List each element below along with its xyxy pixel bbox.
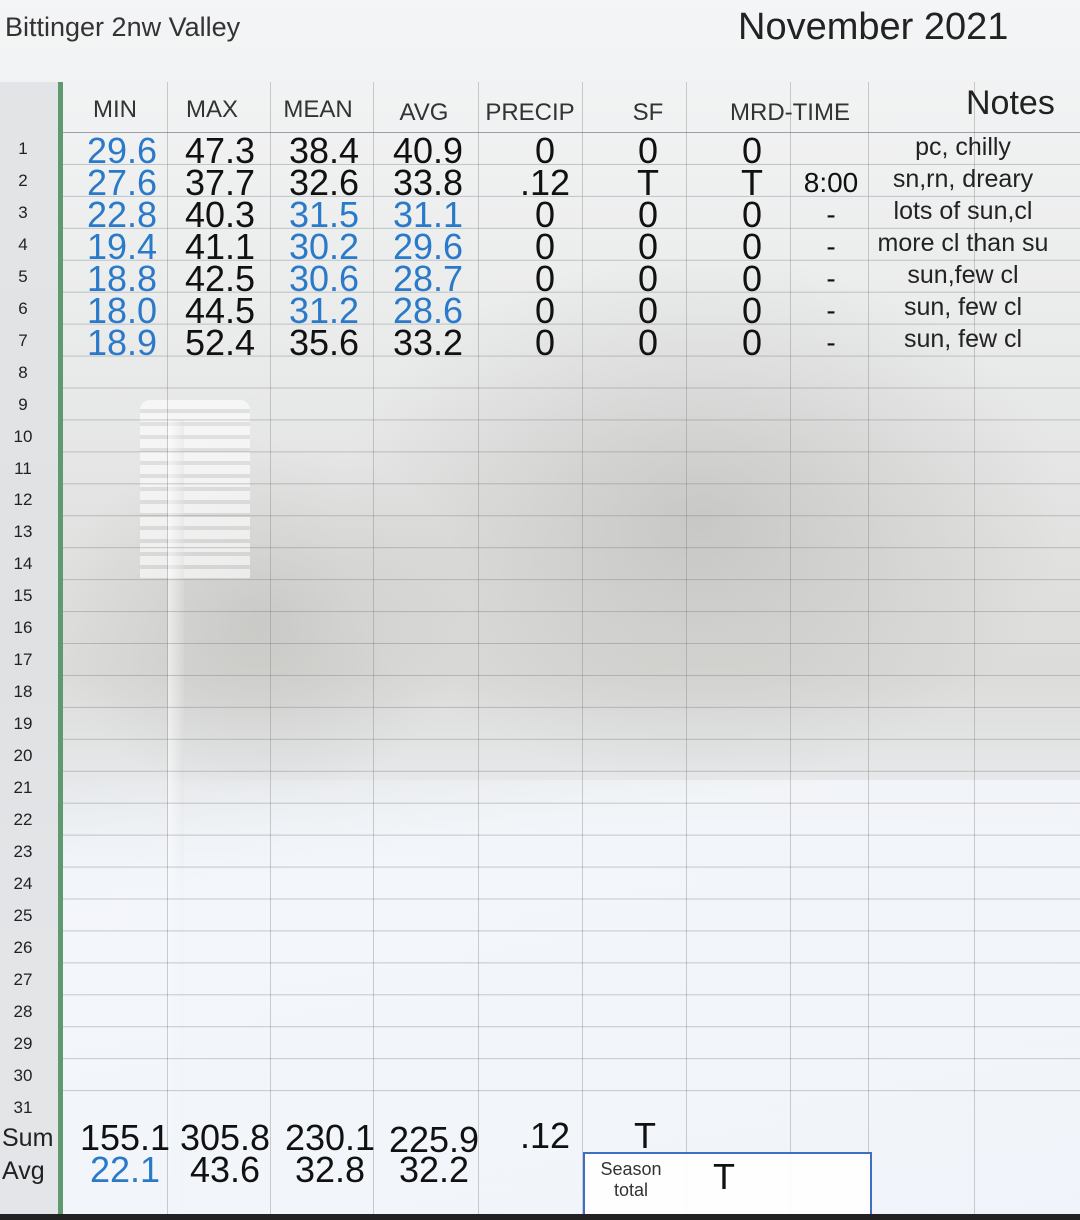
header-max[interactable]: MAX — [160, 96, 264, 124]
cell-time[interactable]: - — [796, 328, 866, 357]
avg-max[interactable]: 43.6 — [175, 1152, 275, 1188]
gridline — [868, 82, 869, 1217]
row-number[interactable]: 15 — [0, 586, 46, 606]
header-mrd-time[interactable]: MRD-TIME — [720, 99, 860, 127]
row-number[interactable]: 1 — [0, 139, 46, 159]
gridline — [790, 82, 791, 1217]
sum-sf[interactable]: T — [620, 1118, 670, 1154]
row-number[interactable]: 19 — [0, 714, 46, 734]
gridline — [686, 82, 687, 1217]
sum-label: Sum — [2, 1124, 54, 1152]
row-number[interactable]: 26 — [0, 938, 46, 958]
row-number[interactable]: 27 — [0, 970, 46, 990]
row-number[interactable]: 10 — [0, 427, 46, 447]
row-number[interactable]: 24 — [0, 874, 46, 894]
row-number[interactable]: 7 — [0, 331, 46, 351]
row-number[interactable]: 13 — [0, 522, 46, 542]
month-title: November 2021 — [738, 6, 1009, 48]
cell-sf[interactable]: 0 — [624, 324, 672, 361]
season-total-cell[interactable]: Season total T — [583, 1152, 872, 1220]
row-number[interactable]: 20 — [0, 746, 46, 766]
cell-note[interactable]: sun,few cl — [874, 261, 1052, 290]
row-number[interactable]: 5 — [0, 267, 46, 287]
row-number[interactable]: 14 — [0, 554, 46, 574]
title-bar: Bittinger 2nw Valley November 2021 — [0, 0, 1080, 80]
row-number[interactable]: 16 — [0, 618, 46, 638]
header-notes[interactable]: Notes — [966, 84, 1055, 123]
cell-note[interactable]: sun, few cl — [874, 325, 1052, 354]
cell-mean[interactable]: 35.6 — [272, 324, 376, 361]
header-avg[interactable]: AVG — [372, 99, 476, 127]
row-number[interactable]: 6 — [0, 299, 46, 319]
avg-min[interactable]: 22.1 — [75, 1152, 175, 1188]
row-number[interactable]: 12 — [0, 490, 46, 510]
header-precip[interactable]: PRECIP — [478, 99, 582, 127]
avg-label: Avg — [2, 1157, 45, 1185]
row-number[interactable]: 21 — [0, 778, 46, 798]
row-number[interactable]: 18 — [0, 682, 46, 702]
cell-time[interactable]: - — [796, 200, 866, 229]
gridline — [270, 82, 271, 1217]
row-number[interactable]: 11 — [0, 459, 46, 479]
row-number[interactable]: 25 — [0, 906, 46, 926]
cell-note[interactable]: lots of sun,cl — [874, 197, 1052, 226]
cell-note[interactable]: more cl than su — [874, 229, 1052, 258]
station-title: Bittinger 2nw Valley — [5, 12, 241, 42]
header-mean[interactable]: MEAN — [266, 96, 370, 124]
cell-avg[interactable]: 33.2 — [376, 324, 480, 361]
row-number[interactable]: 3 — [0, 203, 46, 223]
cell-mrd[interactable]: 0 — [728, 324, 776, 361]
row-number[interactable]: 8 — [0, 363, 46, 383]
row-number[interactable]: 22 — [0, 810, 46, 830]
cell-precip[interactable]: 0 — [500, 324, 590, 361]
cell-time[interactable]: - — [796, 264, 866, 293]
row-number[interactable]: 9 — [0, 395, 46, 415]
avg-avg[interactable]: 32.2 — [384, 1152, 484, 1188]
row-number[interactable]: 29 — [0, 1034, 46, 1054]
cell-min[interactable]: 18.9 — [72, 324, 172, 361]
row-number[interactable]: 23 — [0, 842, 46, 862]
header-min[interactable]: MIN — [63, 96, 167, 124]
cell-note[interactable]: pc, chilly — [874, 133, 1052, 162]
header-sf[interactable]: SF — [596, 99, 700, 127]
row-number[interactable]: 2 — [0, 171, 46, 191]
bottom-edge — [0, 1214, 1080, 1220]
season-total-label: Season total — [600, 1159, 662, 1200]
avg-mean[interactable]: 32.8 — [280, 1152, 380, 1188]
row-number[interactable]: 4 — [0, 235, 46, 255]
cell-note[interactable]: sun, few cl — [874, 293, 1052, 322]
row-number[interactable]: 30 — [0, 1066, 46, 1086]
cell-note[interactable]: sn,rn, dreary — [874, 165, 1052, 194]
cell-time[interactable]: - — [796, 232, 866, 261]
row-number[interactable]: 28 — [0, 1002, 46, 1022]
cell-max[interactable]: 52.4 — [170, 324, 270, 361]
sum-precip[interactable]: .12 — [500, 1118, 590, 1154]
cell-time[interactable]: 8:00 — [796, 168, 866, 197]
cell-time[interactable]: - — [796, 296, 866, 325]
row-number[interactable]: 17 — [0, 650, 46, 670]
row-number[interactable]: 31 — [0, 1098, 46, 1118]
season-total-value: T — [713, 1156, 735, 1197]
